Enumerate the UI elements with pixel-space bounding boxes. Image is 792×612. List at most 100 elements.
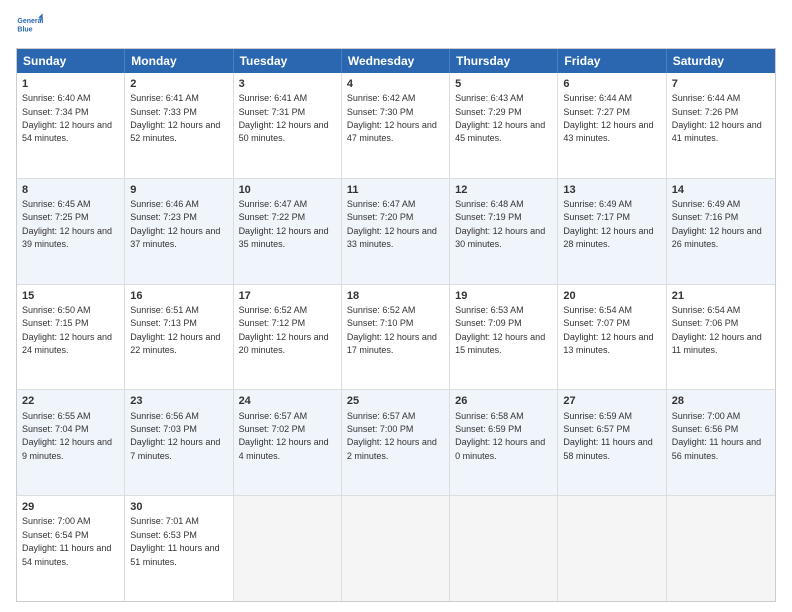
calendar-cell: 6 Sunrise: 6:44 AMSunset: 7:27 PMDaylight… [558, 73, 666, 178]
calendar-header-row: SundayMondayTuesdayWednesdayThursdayFrid… [17, 49, 775, 73]
calendar-cell: 12 Sunrise: 6:48 AMSunset: 7:19 PMDayligh… [450, 179, 558, 284]
calendar-cell: 9Sunrise: 6:46 AMSunset: 7:23 PMDaylight… [125, 179, 233, 284]
calendar-cell [667, 496, 775, 601]
day-number: 30 [130, 500, 227, 514]
day-info: Sunrise: 6:42 AMSunset: 7:30 PMDaylight:… [347, 93, 437, 143]
day-info: Sunrise: 6:59 AMSunset: 6:57 PMDaylight:… [563, 411, 652, 461]
day-number: 22 [22, 394, 119, 408]
day-number: 18 [347, 289, 444, 303]
header-cell-saturday: Saturday [667, 49, 775, 73]
day-info: Sunrise: 6:41 AMSunset: 7:33 PMDaylight:… [130, 93, 220, 143]
calendar-cell: 20 Sunrise: 6:54 AMSunset: 7:07 PMDayligh… [558, 285, 666, 390]
calendar-cell: 1 Sunrise: 6:40 AMSunset: 7:34 PMDaylight… [17, 73, 125, 178]
calendar-cell: 10 Sunrise: 6:47 AMSunset: 7:22 PMDayligh… [234, 179, 342, 284]
calendar-cell: 30 Sunrise: 7:01 AMSunset: 6:53 PMDayligh… [125, 496, 233, 601]
day-number: 21 [672, 289, 770, 303]
header-cell-tuesday: Tuesday [234, 49, 342, 73]
day-info: Sunrise: 6:45 AMSunset: 7:25 PMDaylight:… [22, 199, 112, 249]
day-number: 8 [22, 183, 119, 197]
calendar-body: 1 Sunrise: 6:40 AMSunset: 7:34 PMDaylight… [17, 73, 775, 601]
calendar-cell: 29 Sunrise: 7:00 AMSunset: 6:54 PMDayligh… [17, 496, 125, 601]
day-info: Sunrise: 6:40 AMSunset: 7:34 PMDaylight:… [22, 93, 112, 143]
day-number: 19 [455, 289, 552, 303]
svg-text:General: General [17, 18, 43, 25]
calendar: SundayMondayTuesdayWednesdayThursdayFrid… [16, 48, 776, 602]
day-info: Sunrise: 6:49 AMSunset: 7:16 PMDaylight:… [672, 199, 762, 249]
day-info: Sunrise: 6:52 AMSunset: 7:12 PMDaylight:… [239, 305, 329, 355]
calendar-week-1: 1 Sunrise: 6:40 AMSunset: 7:34 PMDaylight… [17, 73, 775, 179]
day-info: Sunrise: 6:58 AMSunset: 6:59 PMDaylight:… [455, 411, 545, 461]
calendar-cell: 22 Sunrise: 6:55 AMSunset: 7:04 PMDayligh… [17, 390, 125, 495]
day-info: Sunrise: 6:57 AMSunset: 7:02 PMDaylight:… [239, 411, 329, 461]
calendar-cell [450, 496, 558, 601]
calendar-cell: 25 Sunrise: 6:57 AMSunset: 7:00 PMDayligh… [342, 390, 450, 495]
day-info: Sunrise: 6:52 AMSunset: 7:10 PMDaylight:… [347, 305, 437, 355]
day-info: Sunrise: 6:57 AMSunset: 7:00 PMDaylight:… [347, 411, 437, 461]
day-info: Sunrise: 7:01 AMSunset: 6:53 PMDaylight:… [130, 516, 219, 566]
day-number: 1 [22, 77, 119, 91]
day-number: 29 [22, 500, 119, 514]
day-info: Sunrise: 6:47 AMSunset: 7:22 PMDaylight:… [239, 199, 329, 249]
day-info: Sunrise: 7:00 AMSunset: 6:56 PMDaylight:… [672, 411, 761, 461]
header-cell-thursday: Thursday [450, 49, 558, 73]
day-number: 4 [347, 77, 444, 91]
calendar-cell: 26 Sunrise: 6:58 AMSunset: 6:59 PMDayligh… [450, 390, 558, 495]
header-cell-sunday: Sunday [17, 49, 125, 73]
day-number: 2 [130, 77, 227, 91]
day-number: 6 [563, 77, 660, 91]
day-number: 20 [563, 289, 660, 303]
day-number: 26 [455, 394, 552, 408]
calendar-week-3: 15Sunrise: 6:50 AMSunset: 7:15 PMDayligh… [17, 285, 775, 391]
day-number: 17 [239, 289, 336, 303]
calendar-cell: 28 Sunrise: 7:00 AMSunset: 6:56 PMDayligh… [667, 390, 775, 495]
day-info: Sunrise: 6:41 AMSunset: 7:31 PMDaylight:… [239, 93, 329, 143]
page: General Blue SundayMondayTuesdayWednesda… [0, 0, 792, 612]
calendar-cell: 17 Sunrise: 6:52 AMSunset: 7:12 PMDayligh… [234, 285, 342, 390]
day-number: 23 [130, 394, 227, 408]
calendar-cell: 27 Sunrise: 6:59 AMSunset: 6:57 PMDayligh… [558, 390, 666, 495]
calendar-week-5: 29 Sunrise: 7:00 AMSunset: 6:54 PMDayligh… [17, 496, 775, 601]
calendar-cell: 8 Sunrise: 6:45 AMSunset: 7:25 PMDaylight… [17, 179, 125, 284]
calendar-cell: 19 Sunrise: 6:53 AMSunset: 7:09 PMDayligh… [450, 285, 558, 390]
header: General Blue [16, 12, 776, 40]
calendar-cell: 3 Sunrise: 6:41 AMSunset: 7:31 PMDaylight… [234, 73, 342, 178]
day-info: Sunrise: 6:54 AMSunset: 7:06 PMDaylight:… [672, 305, 762, 355]
calendar-cell: 2 Sunrise: 6:41 AMSunset: 7:33 PMDaylight… [125, 73, 233, 178]
day-number: 3 [239, 77, 336, 91]
calendar-week-2: 8 Sunrise: 6:45 AMSunset: 7:25 PMDaylight… [17, 179, 775, 285]
day-info: Sunrise: 6:44 AMSunset: 7:27 PMDaylight:… [563, 93, 653, 143]
calendar-cell: 13 Sunrise: 6:49 AMSunset: 7:17 PMDayligh… [558, 179, 666, 284]
day-info: Sunrise: 6:48 AMSunset: 7:19 PMDaylight:… [455, 199, 545, 249]
day-number: 25 [347, 394, 444, 408]
day-info: Sunrise: 6:54 AMSunset: 7:07 PMDaylight:… [563, 305, 653, 355]
logo-icon: General Blue [16, 12, 44, 40]
day-info: Sunrise: 6:55 AMSunset: 7:04 PMDaylight:… [22, 411, 112, 461]
calendar-cell: 18 Sunrise: 6:52 AMSunset: 7:10 PMDayligh… [342, 285, 450, 390]
day-info: Sunrise: 7:00 AMSunset: 6:54 PMDaylight:… [22, 516, 111, 566]
day-info: Sunrise: 6:49 AMSunset: 7:17 PMDaylight:… [563, 199, 653, 249]
svg-text:Blue: Blue [17, 27, 32, 34]
calendar-cell: 15Sunrise: 6:50 AMSunset: 7:15 PMDayligh… [17, 285, 125, 390]
calendar-cell: 7Sunrise: 6:44 AMSunset: 7:26 PMDaylight… [667, 73, 775, 178]
calendar-cell: 11Sunrise: 6:47 AMSunset: 7:20 PMDayligh… [342, 179, 450, 284]
day-number: 16 [130, 289, 227, 303]
day-number: 12 [455, 183, 552, 197]
day-info: Sunrise: 6:46 AMSunset: 7:23 PMDaylight:… [130, 199, 220, 249]
logo: General Blue [16, 12, 44, 40]
day-number: 13 [563, 183, 660, 197]
day-number: 28 [672, 394, 770, 408]
day-number: 10 [239, 183, 336, 197]
calendar-cell: 14 Sunrise: 6:49 AMSunset: 7:16 PMDayligh… [667, 179, 775, 284]
day-number: 11 [347, 183, 444, 197]
header-cell-wednesday: Wednesday [342, 49, 450, 73]
calendar-cell [342, 496, 450, 601]
day-number: 14 [672, 183, 770, 197]
calendar-cell: 5Sunrise: 6:43 AMSunset: 7:29 PMDaylight… [450, 73, 558, 178]
day-number: 7 [672, 77, 770, 91]
day-number: 27 [563, 394, 660, 408]
calendar-cell: 21 Sunrise: 6:54 AMSunset: 7:06 PMDayligh… [667, 285, 775, 390]
day-info: Sunrise: 6:53 AMSunset: 7:09 PMDaylight:… [455, 305, 545, 355]
day-number: 24 [239, 394, 336, 408]
day-info: Sunrise: 6:56 AMSunset: 7:03 PMDaylight:… [130, 411, 220, 461]
calendar-cell [234, 496, 342, 601]
